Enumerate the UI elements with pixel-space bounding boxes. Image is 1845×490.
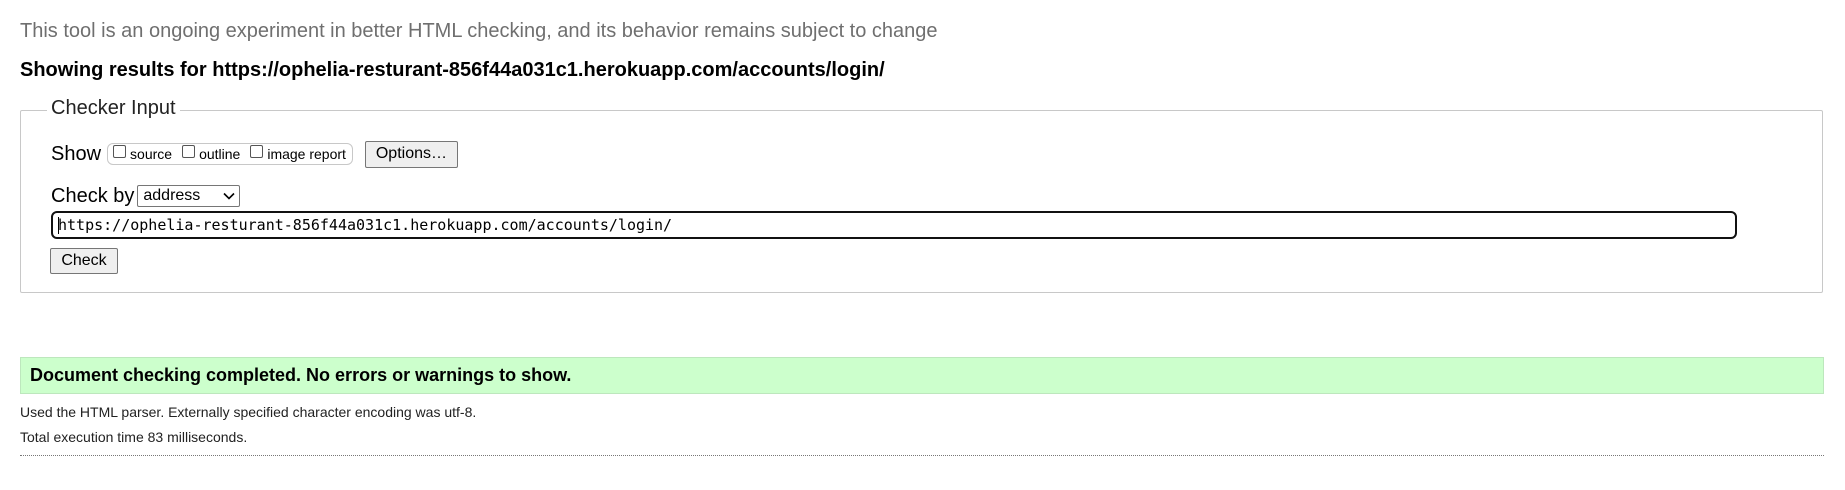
show-image-report-label: image report [267,146,346,162]
checker-input-fieldset: Checker Input Show source outline image … [20,97,1823,293]
parser-info: Used the HTML parser. Externally specifi… [20,404,477,420]
show-image-report-checkbox[interactable] [250,144,264,158]
document-url-value: https://ophelia-resturant-856f44a031c1.h… [58,216,673,234]
show-options-group: source outline image report [107,143,353,165]
check-by-select[interactable]: address [137,185,241,207]
results-heading-prefix: Showing results for [20,59,213,81]
check-by-selected-value: address [143,187,201,204]
show-row: Show source outline image report Options… [51,140,458,168]
divider [20,455,1824,456]
execution-time: Total execution time 83 milliseconds. [20,429,248,445]
check-by-row: Check by address [51,184,241,208]
show-image-report-option[interactable]: image report [250,144,346,162]
check-by-label: Check by [51,184,135,207]
intro-text: This tool is an ongoing experiment in be… [20,20,938,42]
show-label: Show [51,142,102,165]
options-button[interactable]: Options… [364,140,458,168]
show-outline-checkbox[interactable] [182,144,196,158]
results-heading: Showing results for https://ophelia-rest… [20,59,885,82]
chevron-down-icon [223,190,235,202]
check-button[interactable]: Check [50,248,118,274]
checker-input-legend: Checker Input [47,97,180,120]
show-source-label: source [130,146,173,162]
show-source-option[interactable]: source [113,144,173,162]
show-outline-label: outline [199,146,241,162]
show-outline-option[interactable]: outline [182,144,241,162]
success-message: Document checking completed. No errors o… [20,357,1824,394]
results-heading-url: https://ophelia-resturant-856f44a031c1.h… [212,59,885,81]
validator-page: This tool is an ongoing experiment in be… [0,0,1845,490]
show-source-checkbox[interactable] [113,144,127,158]
document-url-input[interactable]: https://ophelia-resturant-856f44a031c1.h… [51,211,1737,239]
